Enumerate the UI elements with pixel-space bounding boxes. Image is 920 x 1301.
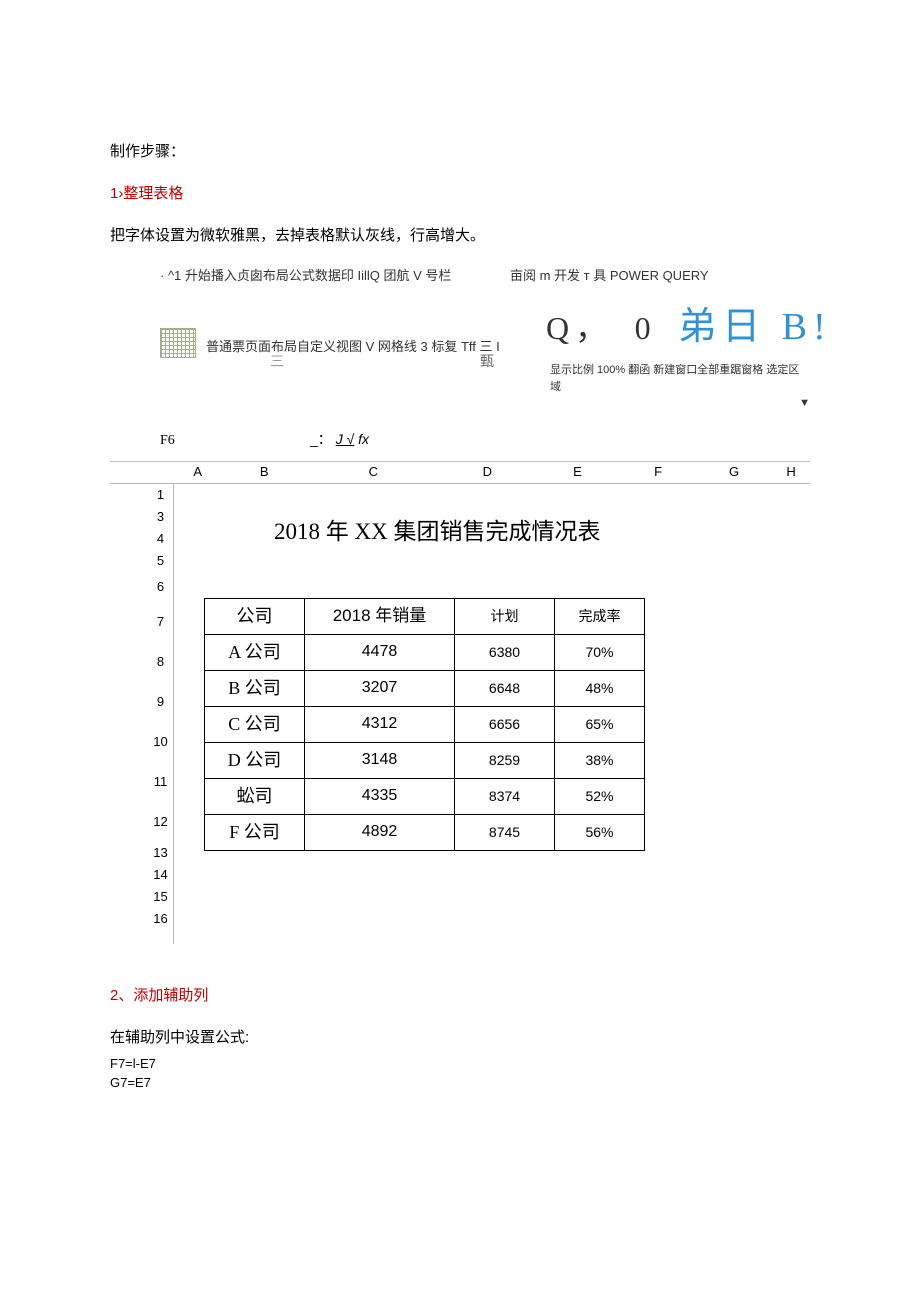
th-rate[interactable]: 完成率: [555, 598, 645, 634]
row-numbers: 1 3 4 5 6 7 8 9 10 11 12 13 14 15 16: [148, 484, 174, 944]
th-company[interactable]: 公司: [205, 598, 305, 634]
cell-sales[interactable]: 4478: [305, 634, 455, 670]
col-header[interactable]: E: [535, 462, 620, 483]
cell-sales[interactable]: 4892: [305, 814, 455, 850]
cell-sales[interactable]: 4312: [305, 706, 455, 742]
row-header[interactable]: 16: [148, 908, 173, 930]
row-header[interactable]: 5: [148, 550, 173, 572]
cell-rate[interactable]: 56%: [555, 814, 645, 850]
row-header[interactable]: 14: [148, 864, 173, 886]
th-plan[interactable]: 计划: [455, 598, 555, 634]
row-header[interactable]: 3: [148, 506, 173, 528]
col-header[interactable]: C: [307, 462, 440, 483]
row-header[interactable]: 1: [148, 484, 173, 506]
cell-sales[interactable]: 3148: [305, 742, 455, 778]
cell-plan[interactable]: 8374: [455, 778, 555, 814]
table-row: 蚣司4335837452%: [205, 778, 645, 814]
name-box[interactable]: F6: [160, 430, 310, 452]
column-headers: A B C D E F G H: [110, 461, 810, 484]
row-header[interactable]: 15: [148, 886, 173, 908]
row-header[interactable]: 8: [148, 642, 173, 682]
cell-co[interactable]: A 公司: [205, 634, 305, 670]
row-header[interactable]: 7: [148, 602, 173, 642]
cell-rate[interactable]: 52%: [555, 778, 645, 814]
row-header[interactable]: 4: [148, 528, 173, 550]
table-row: A 公司4478638070%: [205, 634, 645, 670]
cell-co[interactable]: D 公司: [205, 742, 305, 778]
table-row: B 公司3207664848%: [205, 670, 645, 706]
glyph-san: 三: [270, 350, 284, 372]
col-header[interactable]: A: [174, 462, 221, 483]
step2-desc: 在辅助列中设置公式:: [110, 1026, 810, 1050]
cell-plan[interactable]: 6656: [455, 706, 555, 742]
table-row: F 公司4892874556%: [205, 814, 645, 850]
row-header[interactable]: 6: [148, 572, 173, 602]
row-header[interactable]: 12: [148, 802, 173, 842]
th-sales[interactable]: 2018 年销量: [305, 598, 455, 634]
cell-sales[interactable]: 3207: [305, 670, 455, 706]
dropdown-triangle-icon: ▼: [160, 395, 810, 413]
col-header[interactable]: B: [221, 462, 306, 483]
sheet-title: 2018 年 XX 集团销售完成情况表: [274, 514, 600, 551]
cell-rate[interactable]: 65%: [555, 706, 645, 742]
col-header[interactable]: F: [620, 462, 696, 483]
formula-g7: G7=E7: [110, 1073, 810, 1093]
cell-plan[interactable]: 8745: [455, 814, 555, 850]
step2-heading: 2、添加辅助列: [110, 984, 810, 1008]
ribbon-view-options: 普通票页面布局自定义视图 V 网格线 3 标复 Tff 三 I: [206, 333, 546, 358]
cell-sales[interactable]: 4335: [305, 778, 455, 814]
cell-rate[interactable]: 38%: [555, 742, 645, 778]
table-row: D 公司3148825938%: [205, 742, 645, 778]
ribbon-tabs-right: 亩阅 m 开发 т 具 POWER QUERY: [510, 266, 709, 287]
col-header[interactable]: H: [772, 462, 810, 483]
glyph-zhen: 甄: [480, 350, 494, 372]
formula-f7: F7=l-E7: [110, 1054, 810, 1074]
step1-desc: 把字体设置为微软雅黑，去掉表格默认灰线，行高增大。: [110, 224, 810, 248]
excel-ribbon-screenshot: · ^1 升始播入贞囱布局公式数据印 IillQ 团航 V 号栏 亩阅 m 开发…: [110, 266, 810, 412]
fx-bar[interactable]: _： J √ fx: [310, 428, 369, 450]
col-header[interactable]: G: [696, 462, 772, 483]
cell-co[interactable]: F 公司: [205, 814, 305, 850]
row-header[interactable]: 11: [148, 762, 173, 802]
row-header[interactable]: 9: [148, 682, 173, 722]
sales-table: 公司 2018 年销量 计划 完成率 A 公司4478638070%B 公司32…: [204, 598, 645, 851]
formula-bar-row: F6 _： J √ fx: [110, 428, 810, 452]
table-header-row: 公司 2018 年销量 计划 完成率: [205, 598, 645, 634]
ribbon-large-glyphs: Q， 0 弟日 B!: [546, 297, 832, 358]
ribbon-zoom-window-labels: 显示比例 100% 翻函 新建窗口全部重踞窗格 选定区域: [550, 362, 810, 397]
row-header[interactable]: 10: [148, 722, 173, 762]
cell-co[interactable]: B 公司: [205, 670, 305, 706]
step1-heading: 1›整理表格: [110, 182, 810, 206]
cell-plan[interactable]: 6648: [455, 670, 555, 706]
cell-rate[interactable]: 70%: [555, 634, 645, 670]
row-header[interactable]: 13: [148, 842, 173, 864]
normal-view-icon: [160, 328, 196, 358]
cell-rate[interactable]: 48%: [555, 670, 645, 706]
cell-plan[interactable]: 6380: [455, 634, 555, 670]
col-header[interactable]: D: [440, 462, 535, 483]
cell-plan[interactable]: 8259: [455, 742, 555, 778]
cell-co[interactable]: C 公司: [205, 706, 305, 742]
cell-co[interactable]: 蚣司: [205, 778, 305, 814]
table-row: C 公司4312665665%: [205, 706, 645, 742]
ribbon-tabs-left: · ^1 升始播入贞囱布局公式数据印 IillQ 团航 V 号栏: [160, 266, 510, 287]
intro-text: 制作步骤：: [110, 140, 810, 164]
